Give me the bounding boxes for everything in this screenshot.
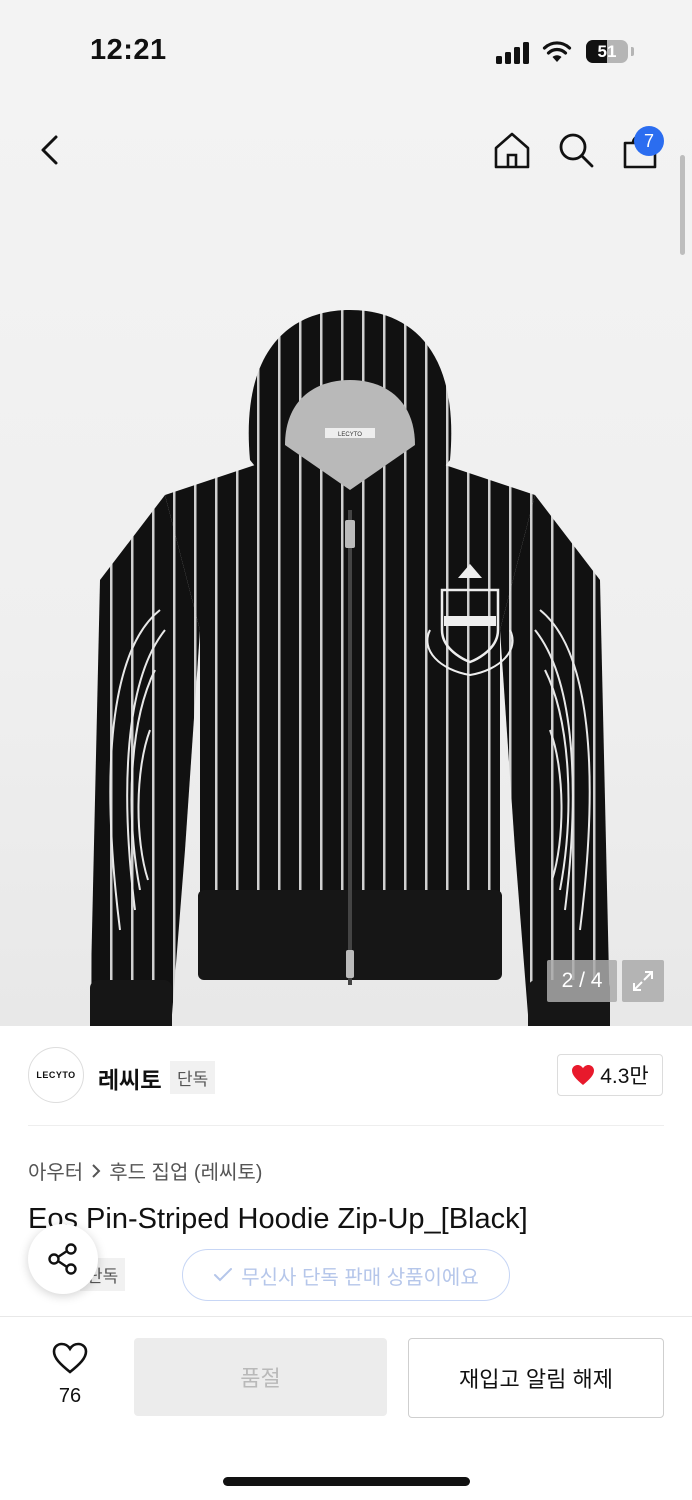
- brand-exclusive-tag: 단독: [170, 1061, 216, 1094]
- exclusive-sale-notice: 무신사 단독 판매 상품이에요: [182, 1249, 510, 1301]
- wishlist-count: 76: [58, 1385, 82, 1407]
- chevron-left-icon: [41, 135, 58, 165]
- cart-count-badge: 7: [634, 126, 664, 156]
- divider: [28, 1125, 664, 1126]
- product-image: LECYTO: [90, 310, 610, 1026]
- search-icon: [559, 133, 594, 168]
- brand-logo[interactable]: LECYTO: [28, 1047, 84, 1103]
- wifi-icon: [542, 41, 572, 62]
- brand-like-button[interactable]: 4.3만: [557, 1054, 663, 1096]
- status-bar: 12:21 51: [0, 0, 692, 100]
- image-counter: 2 / 4: [547, 960, 617, 1002]
- wishlist-button[interactable]: 76: [40, 1342, 100, 1408]
- battery-percent: 51: [597, 42, 617, 61]
- heart-filled-icon: [572, 1065, 595, 1085]
- battery-cap: [631, 47, 634, 56]
- cellular-signal-icon: [496, 42, 532, 64]
- heart-outline-icon: [52, 1342, 88, 1374]
- check-icon: [214, 1268, 233, 1282]
- home-indicator: [223, 1477, 470, 1486]
- breadcrumb-category[interactable]: 아우터: [28, 1156, 83, 1185]
- product-image-gallery[interactable]: LECYTO 2 / 4: [0, 100, 692, 1026]
- search-button[interactable]: [554, 128, 598, 172]
- exclusive-sale-text: 무신사 단독 판매 상품이에요: [241, 1266, 479, 1289]
- soldout-button: 품절: [134, 1338, 387, 1416]
- brand-name[interactable]: 레씨토: [98, 1061, 161, 1095]
- expand-image-button[interactable]: [622, 960, 664, 1002]
- home-button[interactable]: [490, 128, 534, 172]
- status-time: 12:21: [90, 34, 167, 66]
- product-title: Eos Pin-Striped Hoodie Zip-Up_[Black]: [28, 1203, 528, 1235]
- share-icon: [48, 1243, 77, 1275]
- scroll-indicator: [680, 155, 685, 255]
- expand-icon: [633, 971, 653, 991]
- breadcrumb: 아우터 후드 집업 (레씨토): [28, 1156, 262, 1185]
- restock-alert-cancel-button[interactable]: 재입고 알림 해제: [408, 1338, 664, 1418]
- chevron-right-icon: [92, 1163, 101, 1178]
- neck-label-text: LECYTO: [338, 432, 362, 438]
- share-button[interactable]: [28, 1224, 98, 1294]
- brand-like-count: 4.3만: [600, 1065, 649, 1088]
- battery-icon: 51: [586, 40, 628, 63]
- back-button[interactable]: [28, 128, 72, 172]
- home-icon: [494, 132, 530, 169]
- breadcrumb-subcategory[interactable]: 후드 집업 (레씨토): [109, 1156, 262, 1185]
